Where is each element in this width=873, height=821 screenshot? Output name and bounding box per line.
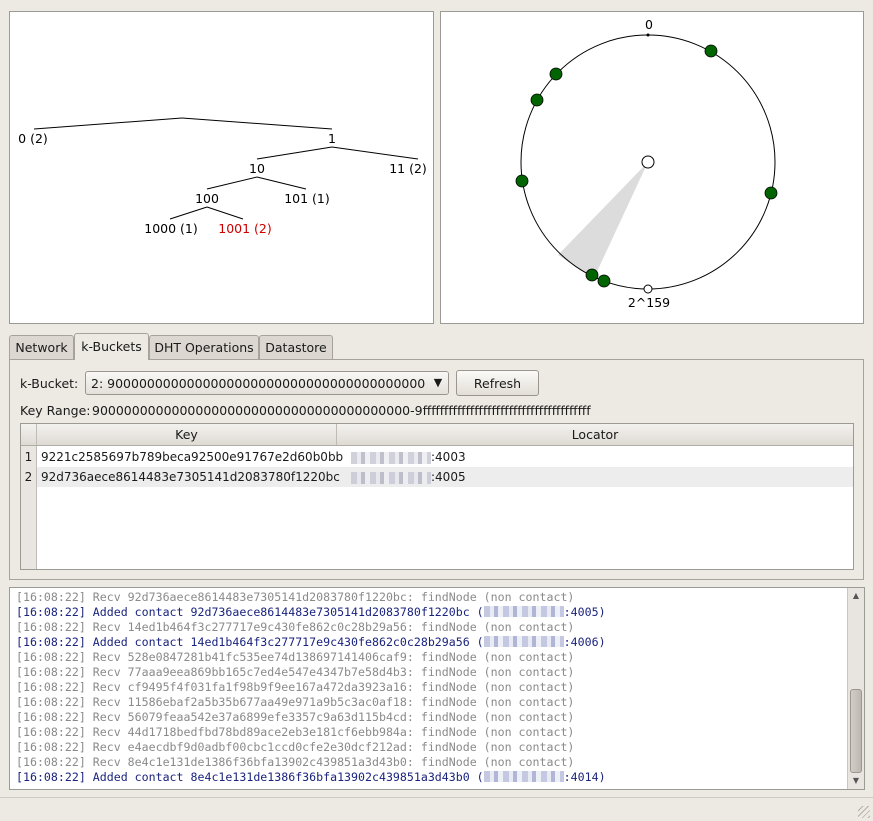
redacted-ip [351,451,431,464]
log-line: [16:08:22] Recv 8e4c1e131de1386f36bfa139… [16,755,575,769]
ring-top-label: 0 [645,17,653,32]
scroll-up-arrow-icon[interactable]: ▲ [848,589,864,603]
log-tail: :4006) [563,635,606,649]
ring-node[interactable] [597,274,611,288]
tab-network[interactable]: Network [9,335,74,359]
refresh-button[interactable]: Refresh [456,370,539,396]
log-line: [16:08:22] Recv 528e0847281b41fc535ee74d… [16,650,575,664]
key-range-value: 9000000000000000000000000000000000000000… [92,403,591,418]
log-line: [16:08:22] Recv e4aecdbf9d0adbf00cbc1ccd… [16,740,575,754]
local-node-marker [641,155,655,169]
ring-zero-marker [646,33,650,37]
id-ring-panel: 0 2^159 [440,11,864,324]
k-bucket-label: k-Bucket: [20,376,79,391]
routing-tree-panel: 0 (2) 1 10 11 (2) 100 101 (1) 1000 (1) 1… [9,11,434,324]
scroll-down-arrow-icon[interactable]: ▼ [848,774,864,788]
log-line: [16:08:22] Recv 44d1718bedfbd78bd89ace2e… [16,725,575,739]
log-text: [16:08:22] Added contact 8e4c1e131de1386… [16,770,484,784]
tree-node-1000: 1000 (1) [144,221,198,236]
chevron-down-icon[interactable]: ▼ [428,372,448,394]
log-scrollbar[interactable]: ▲ ▼ [847,588,864,789]
k-bucket-selected-value: 2: 9000000000000000000000000000000000000… [91,376,426,391]
log-tail: :4005) [563,605,606,619]
column-header-key[interactable]: Key [37,424,337,445]
redacted-ip [483,606,564,617]
row-number: 1 [21,447,37,467]
tab-k-buckets[interactable]: k-Buckets [74,333,149,360]
log-line: [16:08:22] Added contact 92d736aece86144… [16,605,842,620]
row-port: :4005 [431,470,466,484]
ring-max-marker [643,284,653,294]
ring-node[interactable] [764,186,778,200]
log-lines: [16:08:22] Recv 92d736aece8614483e730514… [16,590,842,785]
log-line: [16:08:22] Added contact 14ed1b464f3c277… [16,635,842,650]
event-log[interactable]: [16:08:22] Recv 92d736aece8614483e730514… [9,587,865,790]
ring-node[interactable] [515,174,529,188]
log-text: [16:08:22] Added contact 14ed1b464f3c277… [16,635,484,649]
tree-node-1: 1 [328,131,336,146]
table-header: Key Locator [21,424,853,446]
row-port: :4003 [431,450,466,464]
bucket-contacts-table: Key Locator 1 9221c2585697b789beca92500e… [20,423,854,570]
row-key: 9221c2585697b789beca92500e91767e2d60b0bb [41,450,344,464]
log-line: [16:08:22] Recv cf9495f4f031fa1f98b9f9ee… [16,680,575,694]
tree-node-11: 11 (2) [389,161,427,176]
log-line: [16:08:22] Recv 92d736aece8614483e730514… [16,590,575,604]
tree-node-101: 101 (1) [284,191,330,206]
column-header-locator[interactable]: Locator [337,424,853,445]
ring-node[interactable] [530,93,544,107]
redacted-ip [351,471,431,484]
log-line: [16:08:22] Added contact 8e4c1e131de1386… [16,770,842,785]
log-text: [16:08:22] Added contact 92d736aece86144… [16,605,484,619]
tree-node-1001-selected[interactable]: 1001 (2) [218,221,272,236]
table-row[interactable]: 1 9221c2585697b789beca92500e91767e2d60b0… [21,447,853,467]
tab-dht-operations[interactable]: DHT Operations [149,335,259,359]
scrollbar-thumb[interactable] [850,689,862,773]
corner-cell [21,424,37,445]
log-tail: :4014) [563,770,606,784]
resize-grip-icon[interactable] [858,806,870,818]
tab-datastore[interactable]: Datastore [259,335,333,359]
row-number: 2 [21,467,37,487]
k-buckets-page: k-Bucket: 2: 900000000000000000000000000… [9,359,864,580]
id-ring: 0 2^159 [515,17,778,310]
table-row[interactable]: 2 92d736aece8614483e7305141d2083780f1220… [21,467,853,487]
k-bucket-select[interactable]: 2: 9000000000000000000000000000000000000… [85,371,449,395]
ring-bottom-label: 2^159 [628,295,670,310]
tree-node-100: 100 [195,191,219,206]
tree-node-0: 0 (2) [18,131,48,146]
log-line: [16:08:22] Recv 14ed1b464f3c277717e9c430… [16,620,575,634]
row-locator: :4003 [351,447,466,464]
status-bar [0,797,873,821]
redacted-ip [483,636,564,647]
tree-node-10: 10 [249,161,265,176]
redacted-ip [483,771,564,782]
routing-tree: 0 (2) 1 10 11 (2) 100 101 (1) 1000 (1) 1… [18,117,427,236]
key-range-label: Key Range: [20,403,91,418]
row-key: 92d736aece8614483e7305141d2083780f1220bc [41,470,340,484]
ring-node[interactable] [585,268,599,282]
bucket-range-wedge [558,162,648,278]
row-locator: :4005 [351,467,466,484]
ring-node[interactable] [549,67,563,81]
log-line: [16:08:22] Recv 11586ebaf2a5b35b677aa49e… [16,695,575,709]
ring-node[interactable] [704,44,718,58]
log-line: [16:08:22] Recv 77aaa9eea869bb165c7ed4e5… [16,665,575,679]
log-line: [16:08:22] Recv 56079feaa542e37a6899efe3… [16,710,575,724]
